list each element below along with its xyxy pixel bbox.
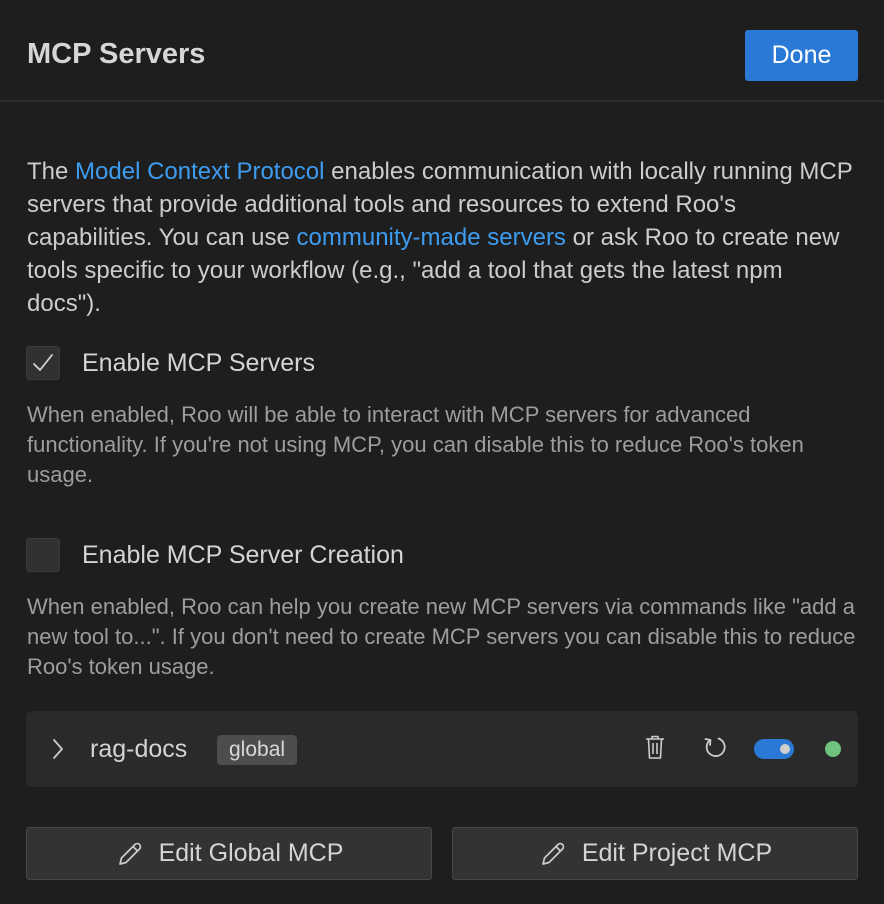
enable-mcp-servers-description: When enabled, Roo will be able to intera… — [27, 402, 804, 487]
edit-global-mcp-button[interactable]: Edit Global MCP — [26, 827, 432, 880]
edit-project-mcp-label: Edit Project MCP — [581, 839, 773, 867]
intro-text-1: The — [27, 158, 76, 185]
done-button[interactable]: Done — [745, 30, 858, 81]
enable-server-creation-description: When enabled, Roo can help you create ne… — [27, 594, 856, 679]
enable-mcp-servers-label: Enable MCP Servers — [82, 348, 315, 377]
community-servers-link[interactable]: community-made servers — [297, 224, 566, 251]
pencil-icon — [541, 842, 565, 865]
server-status-indicator — [825, 741, 841, 757]
enable-server-creation-row[interactable]: Enable MCP Server Creation — [26, 538, 404, 572]
toggle-knob — [780, 744, 790, 754]
enable-server-creation-label: Enable MCP Server Creation — [82, 540, 404, 569]
checkmark-icon — [33, 354, 53, 371]
edit-global-mcp-label: Edit Global MCP — [158, 839, 344, 867]
server-enable-toggle[interactable] — [754, 739, 794, 759]
refresh-icon[interactable] — [703, 734, 729, 765]
page-title: MCP Servers — [27, 38, 206, 70]
intro-paragraph: The Model Context Protocol enables commu… — [27, 155, 857, 320]
trash-icon[interactable] — [644, 734, 666, 765]
edit-project-mcp-button[interactable]: Edit Project MCP — [452, 827, 858, 880]
server-scope-badge: global — [217, 735, 298, 765]
model-context-protocol-link[interactable]: Model Context Protocol — [75, 158, 324, 185]
server-row[interactable]: rag-docs global — [26, 711, 858, 787]
pencil-icon — [118, 842, 141, 865]
server-name: rag-docs — [90, 735, 188, 763]
enable-mcp-servers-row[interactable]: Enable MCP Servers — [26, 346, 315, 380]
panel-header: MCP Servers Done — [0, 0, 884, 102]
chevron-right-icon[interactable] — [50, 737, 66, 766]
enable-mcp-servers-checkbox[interactable] — [26, 346, 60, 380]
enable-server-creation-checkbox[interactable] — [26, 538, 60, 572]
